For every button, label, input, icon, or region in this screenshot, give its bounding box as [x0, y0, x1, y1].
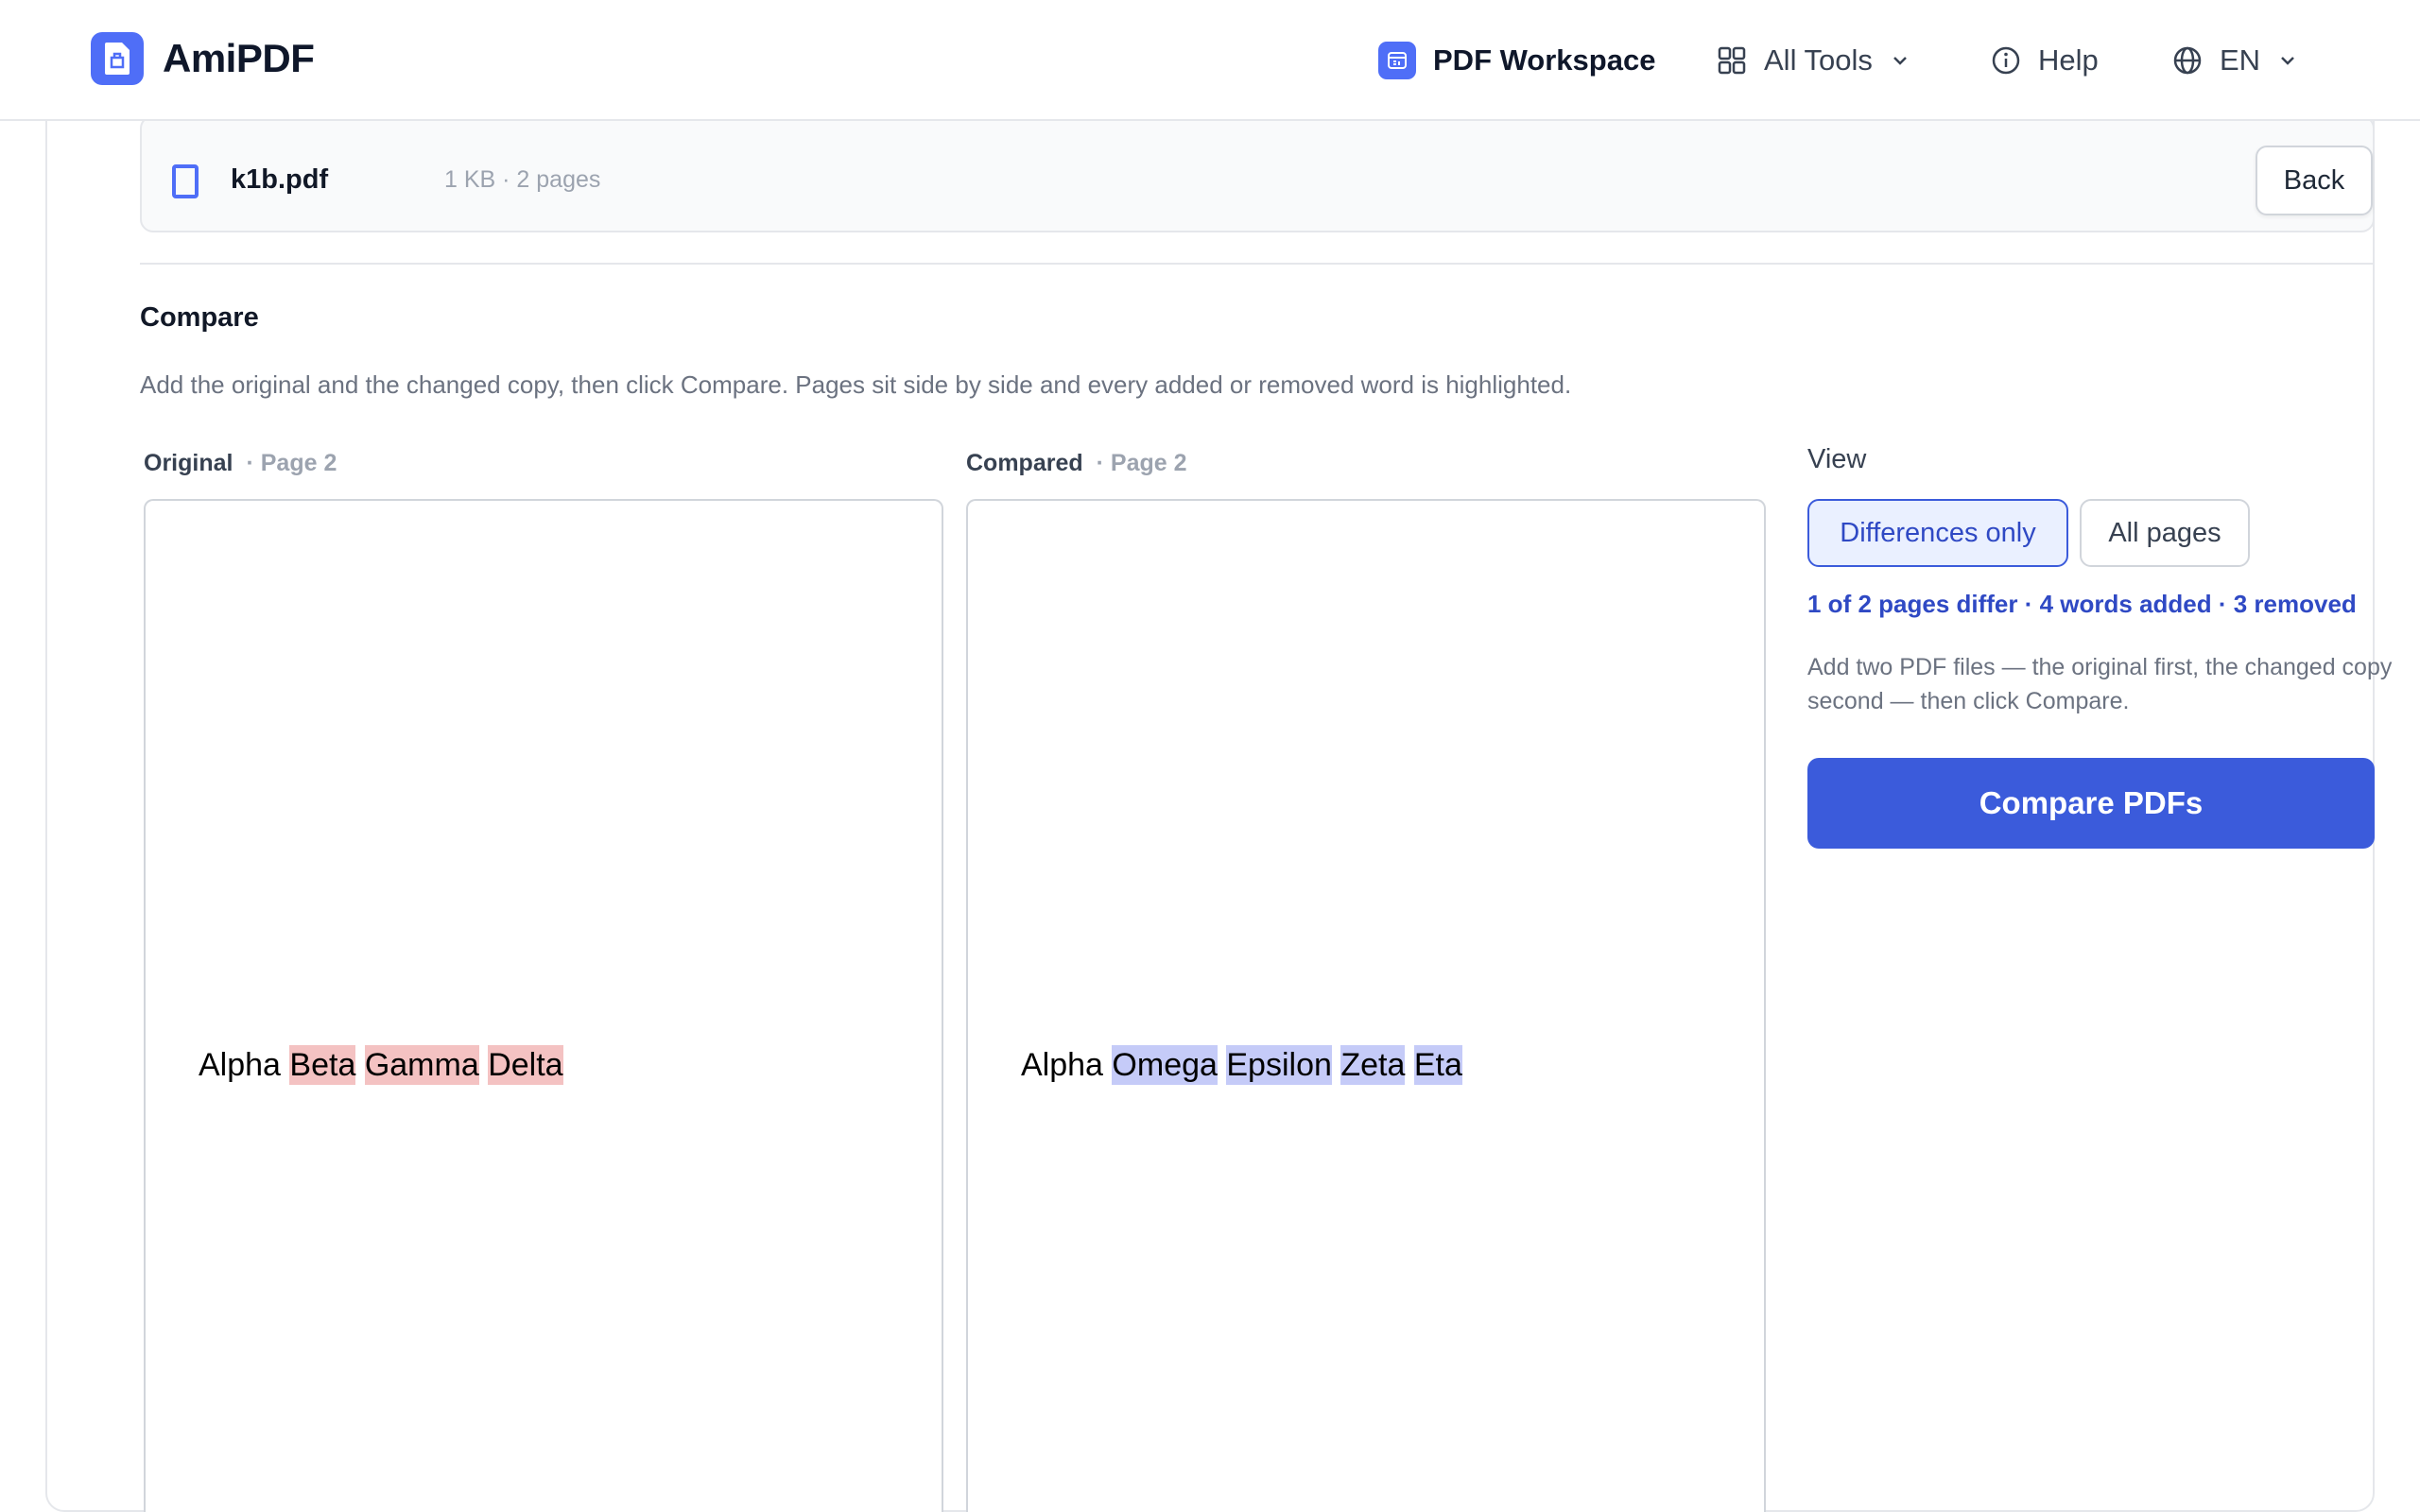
nav-help[interactable]: Help [1991, 38, 2099, 83]
app-logo-icon [91, 32, 144, 85]
view-label: View [1807, 444, 1867, 474]
compared-label: Compared [966, 450, 1083, 476]
file-name: k1b.pdf [231, 164, 329, 195]
compare-card: k1b.pdf 1 KB · 2 pages Compare Add the o… [45, 57, 2392, 1512]
brand-name: AmiPDF [163, 36, 315, 80]
removed-word: Beta [289, 1045, 356, 1085]
added-word: Epsilon [1226, 1045, 1332, 1085]
file-row: k1b.pdf 1 KB · 2 pages [140, 115, 2375, 232]
added-word: Zeta [1340, 1045, 1406, 1085]
compare-hint: Add two PDF files — the original first, … [1807, 654, 2393, 714]
top-navbar: AmiPDF PDF Workspace All Tools Help EN [0, 0, 2420, 121]
compared-text-line: Alpha Omega Epsilon Zeta Eta [1021, 1045, 1462, 1085]
word: Alpha [199, 1047, 281, 1083]
original-pane-label: Original · Page 2 [144, 450, 337, 477]
workspace-icon [1378, 42, 1416, 79]
compared-pane-label: Compared · Page 2 [966, 450, 1187, 477]
added-word: Omega [1112, 1045, 1218, 1085]
file-meta: 1 KB · 2 pages [444, 166, 601, 193]
nav-all-tools[interactable]: All Tools [1717, 38, 1910, 83]
compare-pdfs-button[interactable]: Compare PDFs [1807, 758, 2375, 849]
chevron-down-icon [2277, 50, 2298, 71]
original-page-preview: Alpha Beta Gamma Delta [144, 499, 943, 1512]
compared-page-ref: · Page 2 [1096, 450, 1187, 476]
original-page-ref: · Page 2 [246, 450, 337, 476]
added-word: Eta [1413, 1045, 1462, 1085]
grid-icon [1717, 45, 1747, 76]
globe-icon [2172, 45, 2203, 76]
chevron-down-icon [1890, 50, 1910, 71]
language-label: EN [2220, 43, 2261, 77]
file-icon [172, 164, 199, 198]
removed-word: Gamma [364, 1045, 479, 1085]
nav-pdf-workspace-label: PDF Workspace [1433, 43, 1656, 77]
differences-only-toggle[interactable]: Differences only [1807, 499, 2068, 567]
brand[interactable]: AmiPDF [91, 32, 315, 85]
info-icon [1991, 45, 2021, 76]
divider [140, 263, 2375, 265]
back-button[interactable]: Back [2256, 146, 2373, 215]
nav-all-tools-label: All Tools [1764, 43, 1873, 77]
compared-page-preview: Alpha Omega Epsilon Zeta Eta [966, 499, 1766, 1512]
original-text-line: Alpha Beta Gamma Delta [199, 1045, 563, 1085]
language-selector[interactable]: EN [2172, 38, 2298, 83]
removed-word: Delta [488, 1045, 563, 1085]
original-label: Original [144, 450, 233, 476]
all-pages-toggle[interactable]: All pages [2080, 499, 2250, 567]
nav-pdf-workspace[interactable]: PDF Workspace [1378, 38, 1655, 83]
nav-help-label: Help [2038, 43, 2099, 77]
section-title: Compare [140, 302, 259, 333]
section-description: Add the original and the changed copy, t… [140, 370, 1572, 399]
diff-summary: 1 of 2 pages differ · 4 words added · 3 … [1807, 590, 2357, 618]
word: Alpha [1021, 1047, 1103, 1083]
